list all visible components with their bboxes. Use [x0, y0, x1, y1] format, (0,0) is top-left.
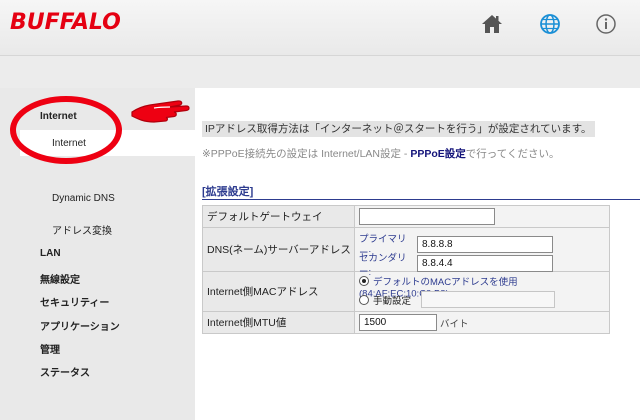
sidebar-subitem-dynamic-dns[interactable]: Dynamic DNS: [52, 193, 115, 204]
mtu-cell: 1500 バイト: [354, 311, 610, 334]
annotation-circle: [10, 96, 122, 164]
mtu-label: Internet側MTU値: [202, 311, 355, 334]
extended-settings-table: デフォルトゲートウェイ DNS(ネーム)サーバーアドレス プライマリー:8.8.…: [202, 205, 610, 334]
pointing-hand-icon: [131, 100, 190, 123]
table-row: Internet側MTU値 1500 バイト: [202, 311, 610, 334]
sidebar-item-security[interactable]: セキュリティー: [40, 294, 109, 309]
sidebar-item-lan[interactable]: LAN: [40, 248, 61, 259]
top-header: BUFFALO: [0, 0, 640, 56]
pppoe-settings-link[interactable]: PPPoE設定: [410, 148, 465, 160]
gateway-input[interactable]: [359, 208, 495, 225]
globe-icon[interactable]: [538, 12, 562, 36]
dns-label: DNS(ネーム)サーバーアドレス: [202, 227, 355, 272]
mtu-unit: バイト: [440, 318, 469, 330]
mac-default-radio[interactable]: [359, 276, 369, 286]
sidebar-item-applications[interactable]: アプリケーション: [40, 318, 120, 333]
mac-label: Internet側MACアドレス: [202, 271, 355, 312]
dns-secondary-input[interactable]: 8.8.4.4: [417, 255, 553, 272]
sidebar-item-status[interactable]: ステータス: [40, 364, 90, 379]
table-row: Internet側MACアドレス デフォルトのMACアドレスを使用 (84:AF…: [202, 271, 610, 312]
mac-cell: デフォルトのMACアドレスを使用 (84:AF:EC:10:C3:B8) 手動設…: [354, 271, 610, 312]
buffalo-logo[interactable]: BUFFALO: [10, 10, 121, 35]
dns-secondary-row: セカンダリー:8.8.4.4: [359, 250, 605, 278]
section-title: [拡張設定]: [202, 186, 254, 198]
gateway-label: デフォルトゲートウェイ: [202, 205, 355, 228]
mtu-input[interactable]: 1500: [359, 314, 437, 331]
ip-method-notice: IPアドレス取得方法は「インターネット＠スタートを行う」が設定されています。: [202, 121, 595, 137]
sidebar-subitem-address-translation[interactable]: アドレス変換: [52, 222, 112, 237]
pppoe-notice: ※PPPoE接続先の設定は Internet/LAN設定 - PPPoE設定で行…: [202, 146, 559, 161]
mac-default-row: デフォルトのMACアドレスを使用 (84:AF:EC:10:C3:B8): [359, 274, 605, 300]
gateway-cell: [354, 205, 610, 228]
table-row: デフォルトゲートウェイ: [202, 205, 610, 228]
mac-manual-input[interactable]: [421, 291, 555, 308]
dns-cell: プライマリー:8.8.8.8 セカンダリー:8.8.4.4: [354, 227, 610, 278]
mac-manual-option-label: 手動設定: [373, 295, 412, 307]
table-row: DNS(ネーム)サーバーアドレス プライマリー:8.8.8.8 セカンダリー:8…: [202, 227, 610, 278]
mac-manual-row: 手動設定: [359, 291, 605, 309]
info-icon[interactable]: [594, 12, 618, 36]
header-band: [0, 56, 640, 88]
home-icon[interactable]: [480, 12, 504, 36]
mac-manual-radio[interactable]: [359, 294, 369, 305]
dns-primary-row: プライマリー:8.8.8.8: [359, 231, 605, 259]
pppoe-notice-prefix: ※PPPoE接続先の設定は Internet/LAN設定 -: [202, 148, 411, 160]
pppoe-notice-suffix: で行ってください。: [465, 148, 560, 160]
sidebar-item-wireless[interactable]: 無線設定: [40, 271, 80, 286]
section-divider: [202, 199, 640, 200]
sidebar-item-admin[interactable]: 管理: [40, 341, 60, 356]
